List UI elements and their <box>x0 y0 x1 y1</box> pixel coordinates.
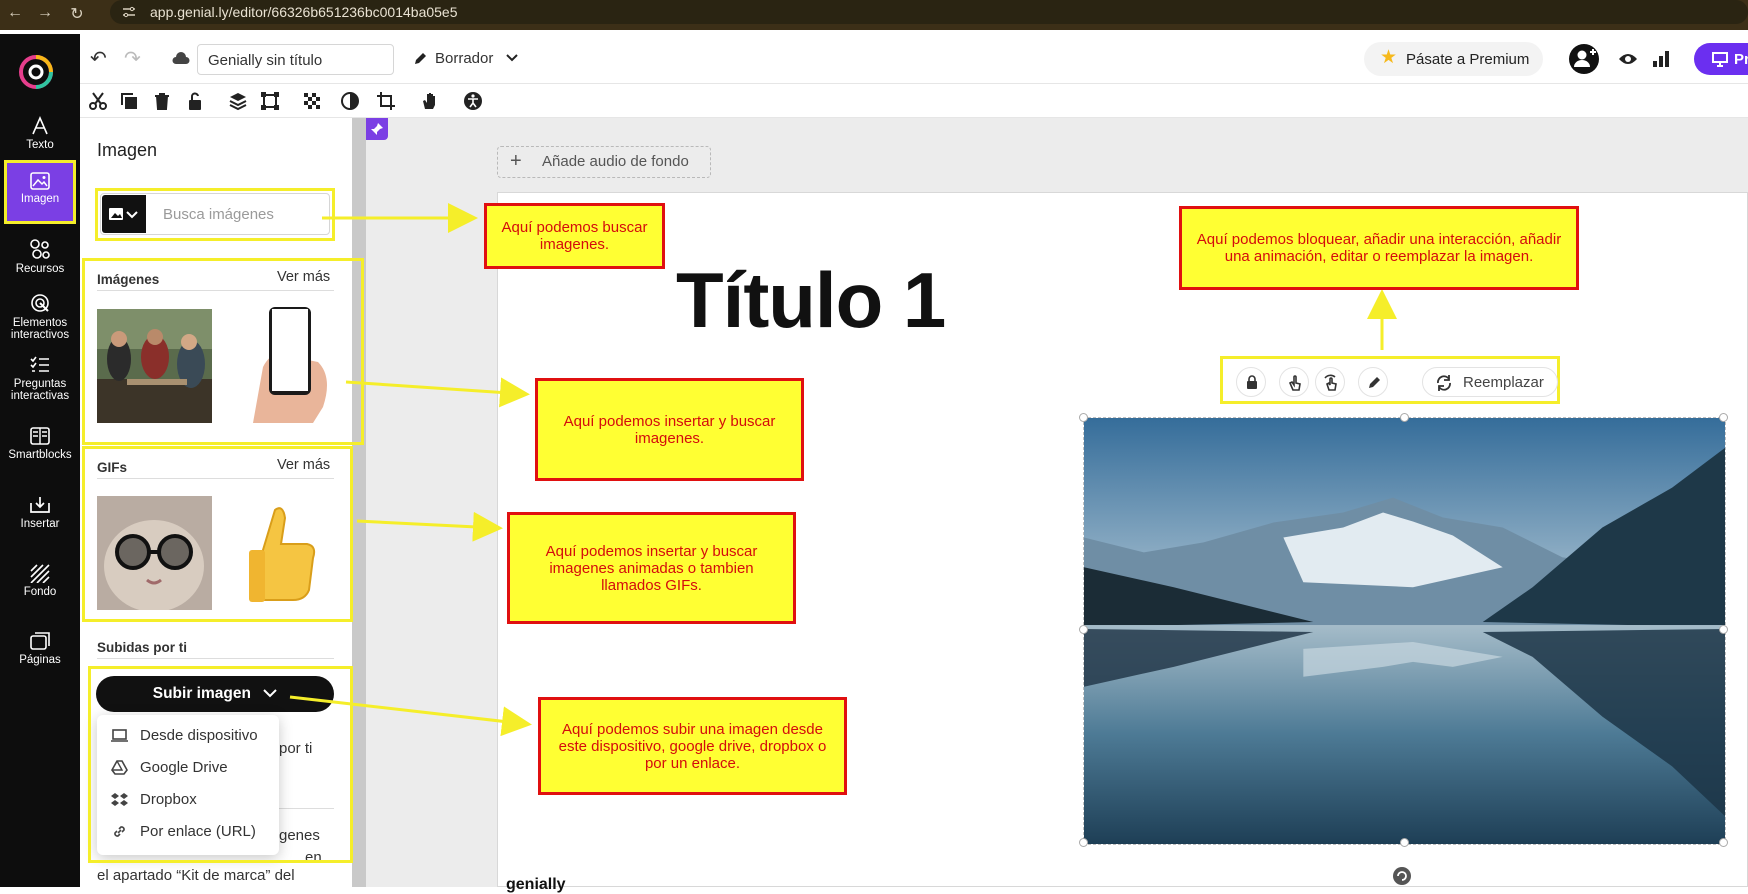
annotation-arrows <box>289 203 1397 737</box>
annotation-toolbar: Aquí podemos bloquear, añadir una intera… <box>1179 206 1579 290</box>
annotation-images: Aquí podemos insertar y buscar imagenes. <box>535 378 804 481</box>
annotation-gifs: Aquí podemos insertar y buscar imagenes … <box>507 512 796 624</box>
annotation-upload: Aquí podemos subir una imagen desde este… <box>538 697 847 795</box>
annotation-search: Aquí podemos buscar imagenes. <box>484 203 665 269</box>
